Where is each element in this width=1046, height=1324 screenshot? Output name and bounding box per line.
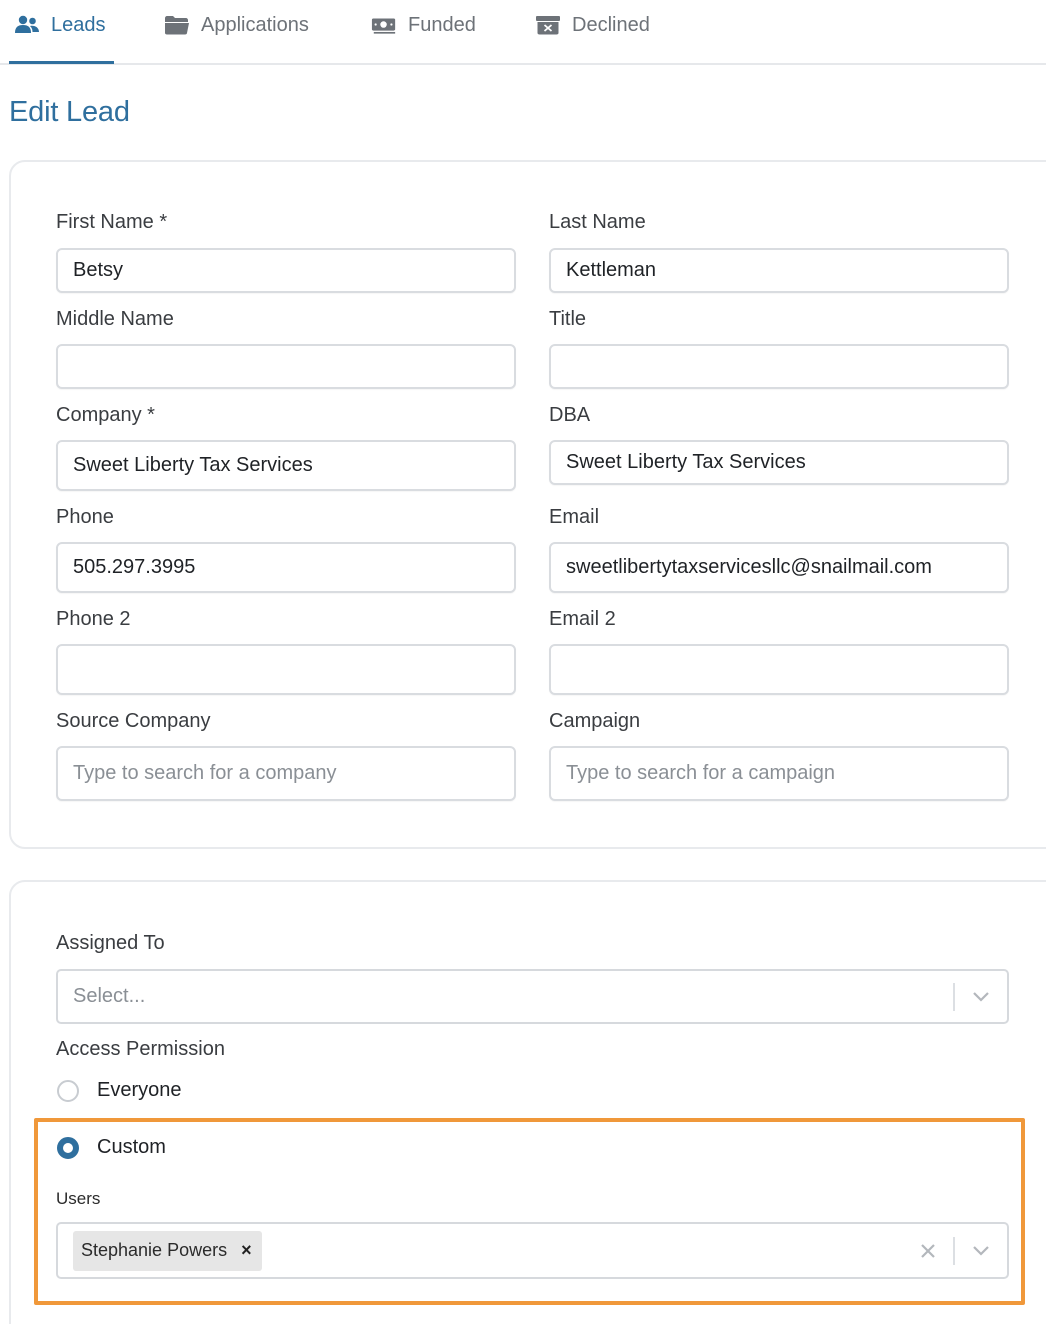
radio-everyone[interactable]: Everyone: [57, 1079, 182, 1102]
campaign-label: Campaign: [549, 710, 641, 732]
assigned-to-label: Assigned To: [56, 932, 165, 954]
tab-label: Applications: [201, 13, 309, 36]
middle-name-field[interactable]: [56, 344, 516, 389]
tab-declined[interactable]: Declined: [535, 0, 650, 50]
last-name-field[interactable]: Kettleman: [549, 248, 1009, 293]
top-tab-bar: Leads Applications Funded Declined: [0, 0, 1046, 65]
company-field[interactable]: Sweet Liberty Tax Services: [56, 440, 516, 491]
remove-user-icon[interactable]: ×: [241, 1240, 252, 1261]
radio-circle: [57, 1079, 79, 1102]
user-chip: Stephanie Powers ×: [73, 1230, 262, 1271]
email2-label: Email 2: [549, 608, 616, 630]
radio-label: Custom: [97, 1136, 166, 1158]
radio-custom[interactable]: Custom: [57, 1136, 166, 1159]
first-name-field[interactable]: Betsy: [56, 248, 516, 293]
folder-icon: [164, 14, 190, 36]
users-icon: [14, 14, 40, 36]
last-name-label: Last Name: [549, 211, 646, 233]
radio-circle-checked: [57, 1136, 79, 1159]
chevron-down-icon[interactable]: [955, 1245, 1007, 1257]
phone2-label: Phone 2: [56, 608, 131, 630]
source-company-search-input[interactable]: Type to search for a company: [56, 746, 516, 801]
campaign-search-input[interactable]: Type to search for a campaign: [549, 746, 1009, 801]
tab-funded[interactable]: Funded: [371, 0, 476, 50]
tab-applications[interactable]: Applications: [164, 0, 309, 50]
chevron-down-icon[interactable]: [955, 991, 1007, 1003]
user-chip-label: Stephanie Powers: [81, 1240, 228, 1260]
page-title: Edit Lead: [9, 96, 130, 128]
email-label: Email: [549, 506, 600, 528]
middle-name-label: Middle Name: [56, 308, 174, 330]
users-label: Users: [56, 1189, 101, 1208]
users-multiselect[interactable]: Stephanie Powers ×: [56, 1222, 1009, 1279]
source-company-label: Source Company: [56, 710, 211, 732]
clear-icon[interactable]: [903, 1243, 953, 1259]
archive-icon: [535, 14, 561, 36]
phone2-field[interactable]: [56, 644, 516, 695]
tab-label: Leads: [51, 13, 106, 36]
active-tab-indicator: [9, 61, 114, 64]
tab-label: Declined: [572, 13, 650, 36]
radio-label: Everyone: [97, 1079, 182, 1101]
assigned-to-placeholder: Select...: [73, 985, 146, 1007]
email-field[interactable]: sweetlibertytaxservicesllc@snailmail.com: [549, 542, 1009, 593]
dba-label: DBA: [549, 404, 591, 426]
first-name-label: First Name *: [56, 211, 168, 233]
assigned-to-select[interactable]: Select...: [56, 969, 1009, 1024]
tab-leads[interactable]: Leads: [14, 0, 106, 50]
company-label: Company *: [56, 404, 155, 426]
selected-users: Stephanie Powers ×: [58, 1230, 903, 1271]
money-icon: [371, 14, 397, 36]
title-field[interactable]: [549, 344, 1009, 389]
access-permission-label: Access Permission: [56, 1038, 225, 1060]
tab-label: Funded: [408, 13, 476, 36]
title-label: Title: [549, 308, 587, 330]
dba-field[interactable]: Sweet Liberty Tax Services: [549, 440, 1009, 485]
phone-label: Phone: [56, 506, 114, 528]
phone-field[interactable]: 505.297.3995: [56, 542, 516, 593]
email2-field[interactable]: [549, 644, 1009, 695]
